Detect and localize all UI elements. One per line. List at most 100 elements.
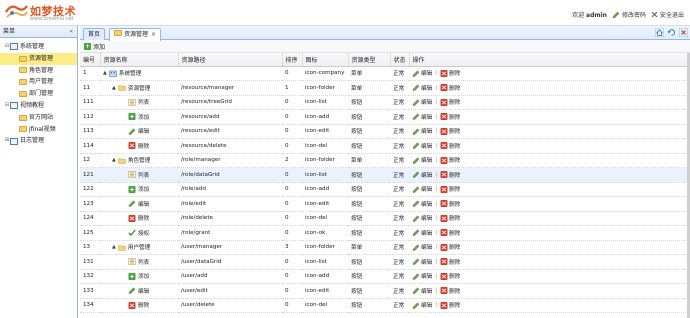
column-header[interactable]: 图标: [302, 53, 349, 67]
delete-button[interactable]: 删除: [440, 200, 460, 208]
edit-button[interactable]: 编辑: [412, 185, 432, 193]
edit-button[interactable]: 编辑: [412, 142, 432, 150]
delete-button[interactable]: 删除: [440, 113, 460, 121]
cell-actions: 编辑 | 删除: [409, 196, 690, 212]
edit-button[interactable]: 编辑: [412, 229, 432, 237]
expand-arrow-icon[interactable]: ▲: [112, 157, 116, 163]
column-header[interactable]: 状态: [390, 53, 410, 67]
sidebar-item[interactable]: 角色管理: [0, 65, 77, 77]
sidebar-item[interactable]: ⊟ 系统管理: [0, 41, 77, 53]
change-password-link[interactable]: 修改密码: [612, 10, 646, 19]
delete-button[interactable]: 删除: [440, 171, 460, 179]
table-row[interactable]: 112 添加/resource/add 0 icon-add 按钮 正常 编辑 | 删除: [80, 109, 690, 125]
edit-button[interactable]: 编辑: [412, 272, 432, 280]
edit-button[interactable]: 编辑: [412, 171, 432, 179]
column-header[interactable]: 资源名称: [100, 53, 179, 67]
table-row[interactable]: 121 列表/role/dataGrid 0 icon-list 按钮 正常 编辑 | 删除: [80, 167, 690, 183]
sidebar-item[interactable]: 用户管理: [0, 76, 77, 88]
edit-button[interactable]: 编辑: [412, 127, 432, 135]
expand-arrow-icon[interactable]: ▲: [103, 70, 107, 76]
sidebar-item[interactable]: 资源管理: [0, 52, 77, 65]
tab-resource-manager[interactable]: 资源管理 ×: [109, 28, 162, 41]
delete-button[interactable]: 删除: [440, 287, 460, 295]
edit-icon: [412, 273, 420, 280]
edit-button[interactable]: 编辑: [412, 258, 432, 266]
table-row[interactable]: 111 列表/resource/treeGrid 0 icon-list 按钮 正常 编辑 |…: [80, 95, 690, 110]
edit-button[interactable]: 编辑: [412, 156, 432, 164]
delete-button[interactable]: 删除: [440, 84, 460, 92]
close-tabs-icon[interactable]: [679, 28, 688, 37]
delete-button[interactable]: 删除: [440, 258, 460, 266]
column-header[interactable]: 操作: [409, 53, 690, 67]
table-row[interactable]: 131 列表/user/dataGrid 0 icon-list 按钮 正常 编辑 | 删除: [80, 254, 690, 270]
cell-id: 122: [80, 182, 100, 197]
delete-button[interactable]: 删除: [440, 185, 460, 193]
delete-button[interactable]: 删除: [440, 127, 460, 135]
column-header[interactable]: 编号: [80, 53, 101, 67]
edit-button[interactable]: 编辑: [412, 301, 432, 309]
table-row[interactable]: 132 添加/user/add 0 icon-add 按钮 正常 编辑 | 删除: [80, 269, 690, 284]
refresh-icon[interactable]: [667, 28, 676, 37]
cell-icon-name: icon-list: [302, 95, 348, 110]
sidebar-item[interactable]: 官方网站: [0, 112, 77, 124]
home-icon[interactable]: [655, 28, 664, 37]
add-button[interactable]: + 添加: [84, 42, 105, 51]
expand-arrow-icon[interactable]: ▲: [112, 244, 116, 250]
sidebar-item[interactable]: ⊞ 日志管理: [0, 135, 77, 147]
table-row[interactable]: 122 添加/role/add 0 icon-add 按钮 正常 编辑 | 删除: [80, 182, 690, 197]
cell-path: /resource/delete: [178, 138, 282, 154]
table-row[interactable]: 12 ▲ 角色管理/role/manager 2 icon-folder 菜单 正常 编辑 | 删…: [80, 153, 690, 168]
tab-home[interactable]: 首页: [83, 28, 106, 40]
cell-type: 按钮: [348, 167, 390, 183]
edit-icon: [412, 287, 420, 295]
edit-label: 编辑: [421, 85, 433, 92]
column-header[interactable]: 资源类型: [348, 53, 391, 67]
table-row[interactable]: 1 ▲ 系统管理 0 icon-company 菜单 正常 编辑 | 删除: [80, 66, 690, 81]
delete-button[interactable]: 删除: [440, 214, 460, 222]
edit-button[interactable]: 编辑: [412, 98, 432, 106]
delete-button[interactable]: 删除: [440, 156, 460, 164]
edit-icon: [412, 84, 420, 92]
table-row[interactable]: 134 删除/user/delete 0 icon-del 按钮 正常 编辑 | 删除: [80, 298, 690, 313]
edit-button[interactable]: 编辑: [412, 287, 432, 295]
cell-name: 添加: [100, 109, 178, 125]
table-row[interactable]: 11 ▲ 资源管理/resource/manager 1 icon-folder 菜单 正常…: [80, 80, 690, 96]
table-row[interactable]: 113 编辑/resource/edit 0 icon-edit 按钮 正常 编辑 | 删除: [80, 124, 690, 139]
expand-arrow-icon[interactable]: ▲: [112, 85, 116, 91]
delete-label: 删除: [449, 259, 461, 266]
edit-button[interactable]: 编辑: [412, 84, 432, 92]
edit-button[interactable]: 编辑: [412, 200, 432, 208]
sidebar-item[interactable]: jfinal视频: [0, 124, 77, 136]
edit-button[interactable]: 编辑: [412, 113, 432, 121]
cell-actions: 编辑 | 删除: [409, 138, 690, 154]
delete-button[interactable]: 删除: [440, 69, 460, 77]
column-header[interactable]: 排序: [282, 53, 303, 67]
table-row[interactable]: 124 删除/role/delete 0 icon-del 按钮 正常 编辑 | 删除: [80, 211, 690, 226]
table-row[interactable]: 114 删除/resource/delete 0 icon-del 按钮 正常 编辑 | 删除: [80, 138, 690, 154]
edit-button[interactable]: 编辑: [412, 214, 432, 222]
table-row[interactable]: 123 编辑/role/edit 0 icon-edit 按钮 正常 编辑 | 删除: [80, 196, 690, 212]
sidebar-item[interactable]: 部门管理: [0, 88, 77, 100]
column-header[interactable]: 资源路径: [178, 53, 283, 67]
delete-button[interactable]: 删除: [440, 229, 460, 237]
cell-id: 11: [80, 80, 100, 96]
delete-button[interactable]: 删除: [440, 243, 460, 251]
delete-button[interactable]: 删除: [440, 272, 460, 280]
resource-name: 授权: [138, 230, 150, 237]
table-row[interactable]: 13 ▲ 用户管理/user/manager 3 icon-folder 菜单 正常 编辑 | 删…: [80, 240, 690, 255]
collapse-icon[interactable]: «: [69, 26, 73, 38]
edit-button[interactable]: 编辑: [412, 69, 432, 77]
delete-button[interactable]: 删除: [440, 98, 460, 106]
edit-label: 编辑: [421, 71, 433, 78]
delete-button[interactable]: 删除: [440, 301, 460, 309]
cell-actions: 编辑 | 删除: [409, 225, 690, 241]
cell-status: 正常: [390, 80, 409, 96]
table-row[interactable]: 133 编辑/user/edit 0 icon-edit 按钮 正常 编辑 | 删除: [80, 283, 690, 299]
table-row[interactable]: 125 授权/role/grant 0 icon-ok 按钮 正常 编辑 | 删除: [80, 225, 690, 241]
close-tab-icon[interactable]: ×: [151, 31, 156, 38]
folder-icon: [19, 114, 27, 121]
edit-button[interactable]: 编辑: [412, 243, 432, 251]
sidebar-item[interactable]: ⊟ 视频教程: [0, 100, 77, 112]
delete-button[interactable]: 删除: [440, 142, 460, 150]
logout-link[interactable]: 安全退出: [651, 10, 684, 19]
